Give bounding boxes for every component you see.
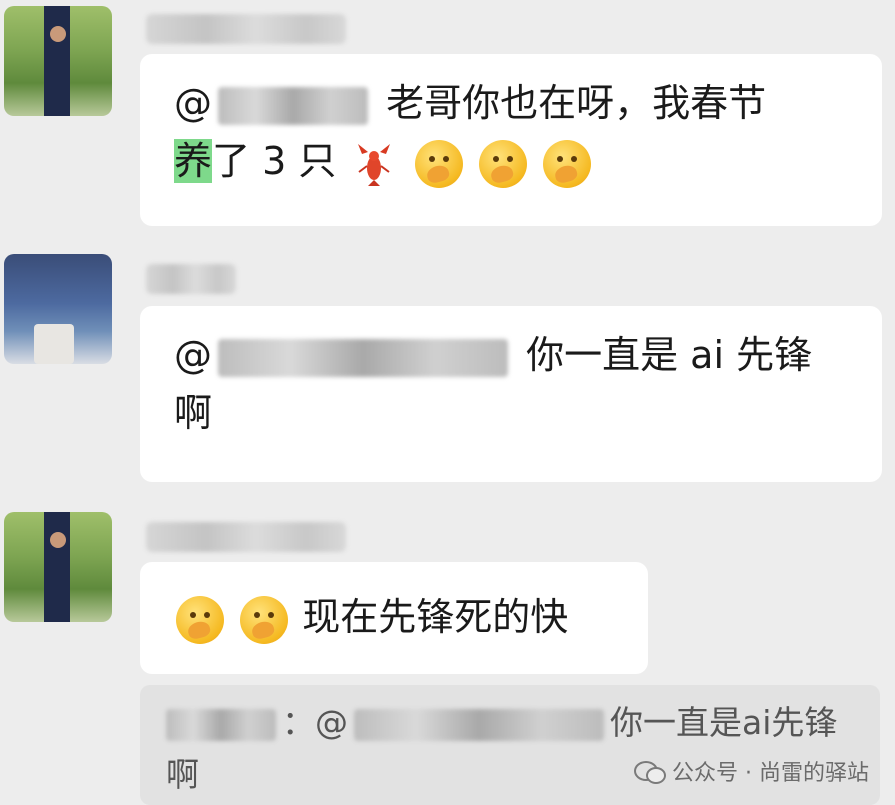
message-text: 你一直是 ai 先锋 <box>526 333 813 377</box>
message-text: 了 3 只 <box>212 139 337 183</box>
mention-at: @ <box>174 81 212 125</box>
message-bubble[interactable]: @ 你一直是 ai 先锋 啊 <box>140 306 882 482</box>
avatar[interactable] <box>4 6 112 116</box>
highlighted-text: 养 <box>174 139 213 183</box>
sender-name-redacted <box>146 264 236 294</box>
wechat-icon <box>634 759 667 784</box>
quote-text: 啊 <box>166 755 199 794</box>
message-text: 老哥你也在呀，我春节 <box>386 81 767 125</box>
redacted-mention <box>354 708 604 741</box>
redacted-mention <box>218 86 368 125</box>
quoted-message[interactable]: ：@ 你一直是ai先锋 啊 <box>140 685 880 805</box>
watermark-text: 公众号 · 尚雷的驿站 <box>672 761 869 786</box>
face-with-hand-over-mouth-emoji <box>478 139 527 188</box>
redacted-mention <box>218 338 508 377</box>
face-with-hand-over-mouth-emoji <box>414 139 463 188</box>
avatar[interactable] <box>4 254 112 364</box>
mention-at: @ <box>174 333 212 377</box>
sender-name-redacted <box>146 522 346 552</box>
face-with-hand-over-mouth-emoji <box>176 595 224 644</box>
message-bubble[interactable]: @ 老哥你也在呀，我春节 养了 3 只 <box>140 54 882 226</box>
watermark: 公众号 · 尚雷的驿站 <box>634 755 869 787</box>
face-with-hand-over-mouth-emoji <box>240 595 289 644</box>
quote-mention-prefix: ：@ <box>282 703 348 742</box>
message-text: 现在先锋死的快 <box>302 595 569 639</box>
avatar[interactable] <box>4 512 112 622</box>
message-text: 啊 <box>174 391 213 435</box>
lobster-emoji <box>350 140 398 188</box>
quote-text: 你一直是ai先锋 <box>610 703 838 742</box>
sender-name-redacted <box>146 14 346 44</box>
message-bubble[interactable]: 现在先锋死的快 <box>140 562 648 674</box>
face-with-hand-over-mouth-emoji <box>542 139 591 188</box>
redacted-sender <box>166 708 276 741</box>
